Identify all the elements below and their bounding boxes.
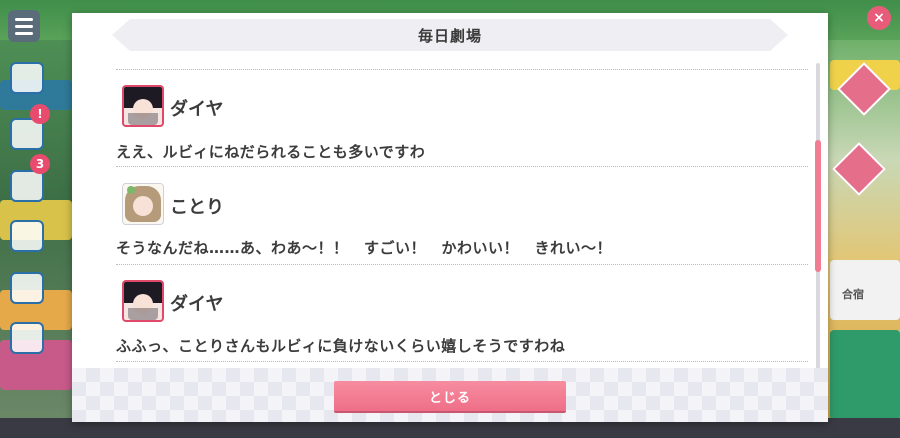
bg-tile [830, 260, 900, 320]
side-menu-icon[interactable] [10, 170, 44, 202]
side-menu-icon[interactable] [10, 272, 44, 304]
dia-avatar [122, 280, 164, 322]
notification-badge: 3 [30, 154, 50, 174]
divider [116, 264, 808, 265]
side-menu-icon[interactable] [10, 322, 44, 354]
side-menu-icon[interactable] [10, 62, 44, 94]
speaker-name: ダイヤ [170, 99, 224, 120]
right-side-label: 合宿 [842, 288, 864, 301]
scrollbar-thumb[interactable] [815, 140, 821, 272]
dialogue-text: ええ、ルビィにねだられることも多いですわ [116, 143, 426, 161]
divider [116, 361, 808, 362]
speaker-name: ことり [170, 197, 224, 218]
menu-icon-bar [15, 31, 33, 35]
speaker-name: ダイヤ [170, 294, 224, 315]
dialogue-text: ふふっ、ことりさんもルビィに負けないくらい嬉しそうですわね [116, 337, 566, 355]
dia-avatar [122, 85, 164, 127]
side-menu-icon[interactable] [10, 220, 44, 252]
dialogue-entry: ダイヤ ふふっ、ことりさんもルビィに負けないくらい嬉しそうですわね [116, 280, 808, 360]
menu-icon-bar [15, 24, 33, 28]
kotori-avatar [122, 183, 164, 225]
daily-theater-dialog: 毎日劇場 ダイヤ ええ、ルビィにねだられることも多いですわ ことり そうなんだね… [72, 13, 828, 422]
menu-icon-bar [15, 17, 33, 21]
close-button[interactable]: とじる [334, 381, 566, 411]
bg-tile [830, 330, 900, 420]
close-icon[interactable]: × [867, 6, 891, 30]
alert-badge: ! [30, 104, 50, 124]
dialogue-entry: ことり そうなんだね……あ、わあ～！！ すごい！ かわいい！ きれい～！ [116, 183, 808, 263]
dialogue-text: そうなんだね……あ、わあ～！！ すごい！ かわいい！ きれい～！ [116, 239, 613, 257]
dialog-title: 毎日劇場 [417, 26, 482, 45]
divider [116, 166, 808, 167]
conversation-log[interactable]: ダイヤ ええ、ルビィにねだられることも多いですわ ことり そうなんだね……あ、わ… [116, 69, 808, 371]
menu-button[interactable] [8, 10, 40, 42]
dialogue-entry: ダイヤ ええ、ルビィにねだられることも多いですわ [116, 85, 808, 165]
divider [116, 69, 808, 70]
